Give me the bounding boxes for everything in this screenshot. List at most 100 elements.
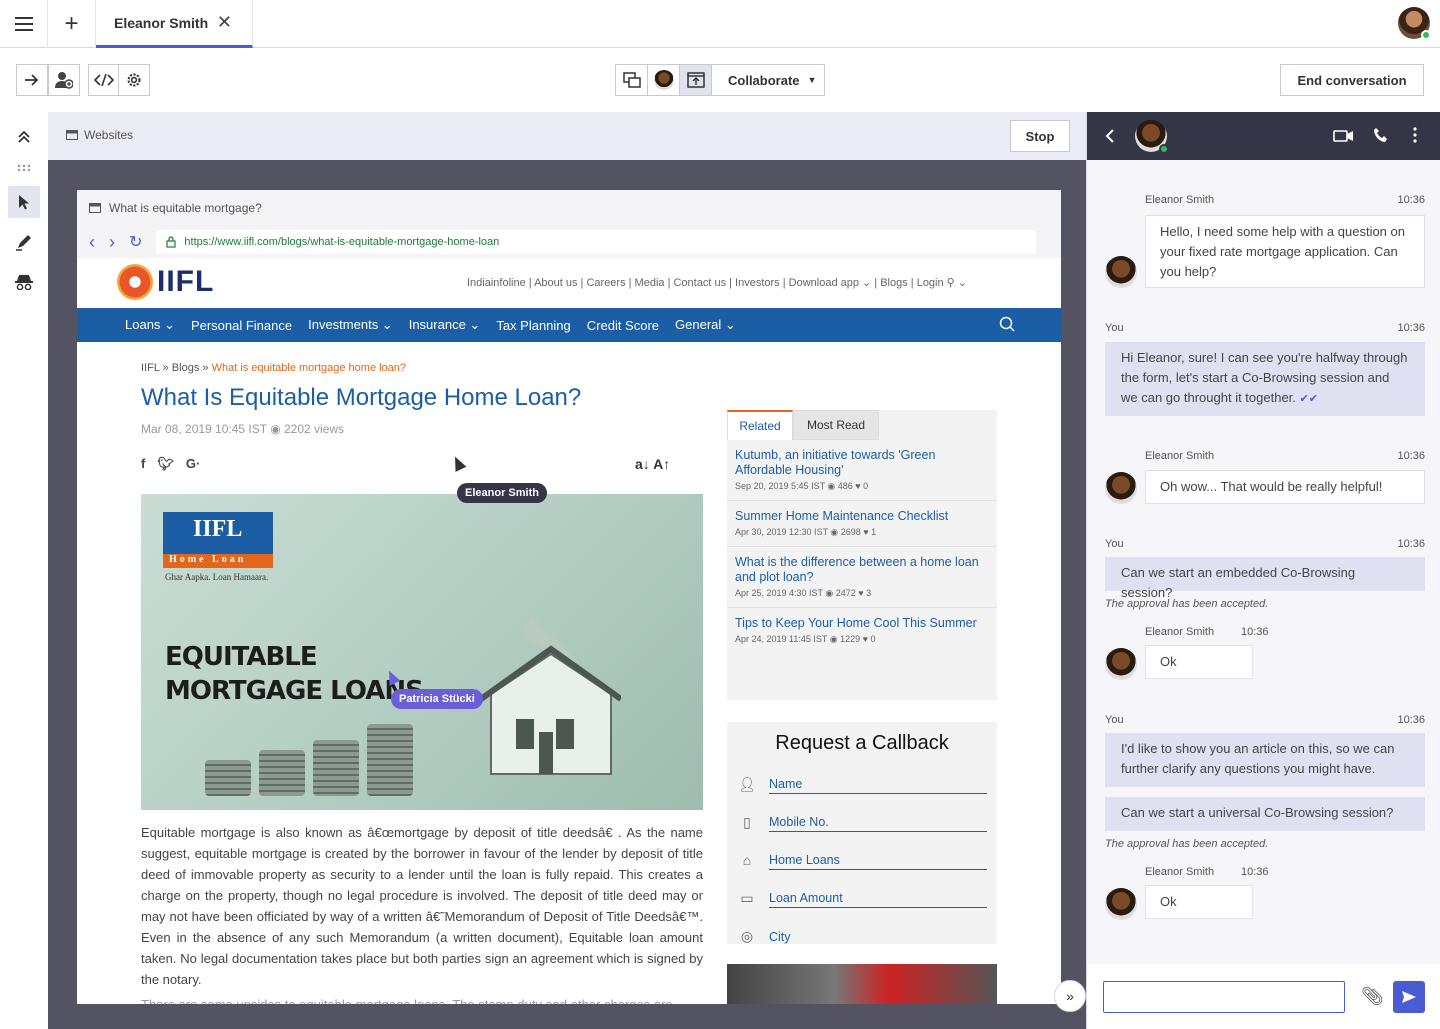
tab-related[interactable]: Related [727, 410, 793, 440]
add-participant-icon[interactable] [48, 64, 80, 96]
browser-window-icon [89, 203, 101, 213]
iifl-page: IIFL Indiainfoline | About us | Careers … [77, 258, 1061, 1004]
lock-icon [166, 236, 177, 248]
related-article-title[interactable]: Kutumb, an initiative towards 'Green Aff… [735, 448, 989, 478]
menu-icon[interactable] [0, 0, 48, 48]
promo-image [727, 964, 997, 1004]
tab-label: Eleanor Smith [114, 14, 209, 31]
nav-personal-finance[interactable]: Personal Finance [191, 318, 292, 333]
websites-header: Websites Stop [48, 112, 1086, 160]
message-input[interactable] [1103, 981, 1345, 1013]
message-time: 10:36 [1397, 450, 1425, 462]
city-field[interactable]: ◎ City [737, 926, 987, 945]
reload-icon[interactable]: ↻ [129, 232, 142, 252]
attachment-icon[interactable]: 📎︎ [1361, 986, 1384, 1007]
back-icon[interactable]: ‹ [89, 232, 95, 253]
nav-investments[interactable]: Investments ⌄ [308, 317, 393, 333]
nav-insurance[interactable]: Insurance ⌄ [409, 317, 481, 333]
loan-amount-field[interactable]: ▭ Loan Amount [737, 888, 987, 908]
related-article[interactable]: Summer Home Maintenance Checklist Apr 30… [727, 501, 997, 547]
shared-browser-window: What is equitable mortgage? ‹ › ↻ https:… [77, 190, 1061, 1004]
nav-general[interactable]: General ⌄ [675, 317, 736, 333]
top-links[interactable]: Indiainfoline | About us | Careers | Med… [467, 276, 967, 289]
related-article-meta: Sep 20, 2019 5:45 IST ◉ 486 ♥ 0 [735, 481, 869, 491]
url-text: https://www.iifl.com/blogs/what-is-equit… [184, 236, 500, 248]
twitter-icon[interactable]: 🐦︎ [157, 456, 174, 472]
related-article[interactable]: Kutumb, an initiative towards 'Green Aff… [727, 440, 997, 501]
collapse-chat-icon[interactable]: » [1054, 980, 1086, 1012]
participant-avatar[interactable] [648, 65, 680, 95]
related-articles-box: Related Most Read Kutumb, an initiative … [727, 410, 997, 700]
nav-credit-score[interactable]: Credit Score [587, 318, 659, 333]
forward-icon[interactable]: › [109, 232, 115, 253]
incoming-message: Hello, I need some help with a question … [1145, 215, 1425, 288]
browser-window-icon [66, 130, 78, 140]
send-icon [1402, 991, 1416, 1003]
tag-icon: ⌂ [742, 852, 752, 868]
new-tab-button[interactable]: + [48, 0, 96, 48]
pointer-tool-icon[interactable] [8, 186, 40, 218]
font-size-controls[interactable]: a↓ A↑ [635, 456, 670, 472]
google-plus-icon[interactable]: G· [186, 456, 200, 472]
message-composer: 📎︎ [1087, 964, 1440, 1029]
video-call-icon[interactable] [1333, 129, 1355, 143]
chevron-down-icon[interactable]: ▼ [808, 75, 817, 85]
close-tab-icon[interactable]: ✕ [217, 12, 232, 33]
outgoing-message: I'd like to show you an article on this,… [1105, 733, 1425, 787]
message-time: 10:36 [1397, 714, 1425, 726]
sender-avatar [1105, 888, 1137, 920]
loan-type-select[interactable]: Home Loans [769, 853, 987, 870]
sender-avatar [1105, 648, 1137, 680]
related-article[interactable]: What is the difference between a home lo… [727, 547, 997, 608]
related-article-title[interactable]: Summer Home Maintenance Checklist [735, 509, 989, 524]
related-article[interactable]: Tips to Keep Your Home Cool This Summer … [727, 608, 997, 653]
stop-button[interactable]: Stop [1010, 120, 1070, 152]
mobile-icon: ▯ [743, 813, 751, 830]
drag-handle-icon[interactable] [8, 160, 40, 176]
search-icon[interactable] [999, 316, 1015, 332]
nav-tax-planning[interactable]: Tax Planning [496, 318, 570, 333]
collaborate-dropdown[interactable]: Collaborate [712, 73, 800, 88]
browser-window-title: What is equitable mortgage? [109, 201, 262, 215]
settings-gear-icon[interactable] [118, 64, 150, 96]
hero-line-1: EQUITABLE [165, 642, 318, 672]
top-bar: + Eleanor Smith ✕ [0, 0, 1440, 48]
url-field[interactable]: https://www.iifl.com/blogs/what-is-equit… [156, 230, 1037, 254]
nav-loans[interactable]: Loans ⌄ [125, 317, 175, 333]
transfer-arrow-icon[interactable] [16, 64, 48, 96]
tab-most-read[interactable]: Most Read [793, 410, 879, 440]
loan-type-field[interactable]: ⌂ Home Loans [737, 850, 987, 870]
phone-icon[interactable] [1373, 127, 1389, 143]
collapse-up-icon[interactable] [8, 120, 40, 152]
crumb-sep: » [162, 362, 169, 374]
incoming-message: Oh wow... That would be really helpful! [1145, 470, 1425, 504]
hero-brand: IIFL [193, 516, 243, 542]
send-button[interactable] [1393, 981, 1425, 1013]
end-conversation-button[interactable]: End conversation [1280, 64, 1424, 96]
related-article-title[interactable]: Tips to Keep Your Home Cool This Summer [735, 616, 989, 631]
crumb-blogs[interactable]: Blogs [172, 362, 200, 374]
screen-share-icon[interactable] [616, 65, 648, 95]
name-input[interactable]: Name [769, 777, 987, 794]
related-article-title[interactable]: What is the difference between a home lo… [735, 555, 989, 585]
online-status-dot [1159, 144, 1169, 154]
iifl-logo[interactable]: IIFL [117, 264, 214, 300]
incognito-icon[interactable] [8, 266, 40, 298]
iifl-sun-icon [117, 264, 153, 300]
name-field[interactable]: 👤︎ Name [737, 774, 987, 794]
loan-amount-input[interactable]: Loan Amount [769, 891, 987, 908]
mobile-input[interactable]: Mobile No. [769, 815, 987, 832]
more-vertical-icon[interactable] [1413, 127, 1417, 143]
facebook-icon[interactable]: f [141, 456, 145, 472]
code-icon[interactable] [88, 64, 120, 96]
user-avatar[interactable] [1398, 7, 1431, 40]
mobile-field[interactable]: ▯ Mobile No. [737, 812, 987, 832]
crumb-iifl[interactable]: IIFL [141, 362, 160, 374]
back-chevron-icon[interactable] [1105, 128, 1115, 144]
cobrowse-icon[interactable] [680, 65, 712, 95]
chat-panel: Eleanor Smith 10:36 Hello, I need some h… [1086, 112, 1440, 1029]
contact-avatar[interactable] [1135, 120, 1169, 154]
draw-pen-icon[interactable] [8, 226, 40, 258]
city-input[interactable]: City [769, 930, 987, 944]
tab-eleanor-smith[interactable]: Eleanor Smith ✕ [96, 0, 253, 48]
